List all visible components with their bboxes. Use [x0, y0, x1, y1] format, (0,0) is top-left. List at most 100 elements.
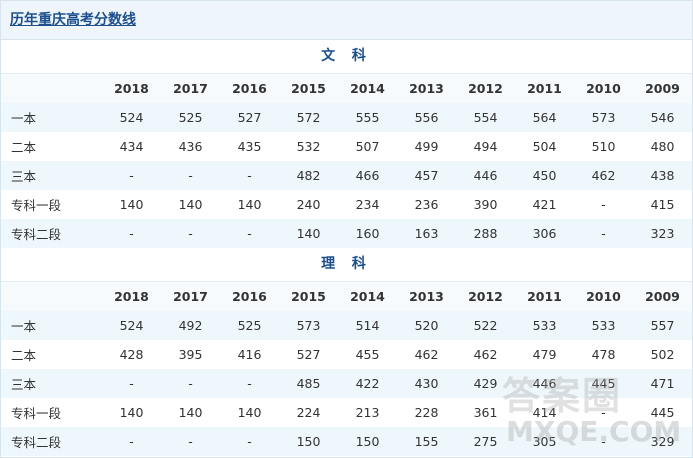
- year-header: 2017: [161, 74, 220, 103]
- score-cell: 502: [650, 347, 675, 362]
- score-cell: 434: [119, 139, 144, 154]
- score-cell: 572: [279, 103, 338, 132]
- score-cell: 422: [338, 369, 397, 398]
- score-cell: 236: [414, 197, 439, 212]
- score-cell: -: [161, 219, 220, 248]
- row-label: 专科一段: [11, 406, 62, 421]
- year-header: 2015: [279, 282, 338, 311]
- row-label: 专科二段: [1, 219, 102, 248]
- score-cell: 429: [456, 369, 515, 398]
- score-page: 历年重庆高考分数线 文 科 2018 2017 2016 2015 2014 2…: [0, 0, 693, 458]
- score-cell: 557: [633, 311, 692, 340]
- score-cell: -: [102, 427, 161, 456]
- score-cell: 555: [338, 103, 397, 132]
- year-header: 2018: [102, 74, 161, 103]
- year-header: 2013: [397, 74, 456, 103]
- score-cell: 462: [574, 161, 633, 190]
- score-cell: 524: [102, 103, 161, 132]
- year-header: 2011: [515, 74, 574, 103]
- score-cell: 524: [102, 311, 161, 340]
- score-cell: 471: [633, 369, 692, 398]
- wenke-header-row: 2018 2017 2016 2015 2014 2013 2012 2011 …: [1, 74, 692, 103]
- wenke-body: 一本 524 525 527 572 555 556 554 564 573 546 二本 434 436…: [1, 103, 692, 248]
- score-cell: 395: [178, 347, 203, 362]
- score-cell: 446: [515, 369, 574, 398]
- score-cell: 361: [473, 405, 498, 420]
- year-header: 2011: [515, 282, 574, 311]
- score-cell: 155: [397, 427, 456, 456]
- score-cell: 522: [456, 311, 515, 340]
- score-cell: 520: [397, 311, 456, 340]
- score-cell: 480: [650, 139, 675, 154]
- score-cell: 430: [397, 369, 456, 398]
- score-cell: 546: [633, 103, 692, 132]
- year-header: 2009: [633, 74, 692, 103]
- score-cell: -: [161, 369, 220, 398]
- section-like-title: 理 科: [1, 248, 692, 282]
- score-cell: 478: [591, 347, 616, 362]
- score-cell: 150: [279, 427, 338, 456]
- wenke-table: 2018 2017 2016 2015 2014 2013 2012 2011 …: [1, 74, 692, 248]
- score-cell: 160: [338, 219, 397, 248]
- score-cell: 213: [355, 405, 380, 420]
- row-label: 一本: [1, 103, 102, 132]
- score-cell: 492: [161, 311, 220, 340]
- score-cell: -: [220, 427, 279, 456]
- score-cell: 507: [355, 139, 380, 154]
- year-header: 2015: [279, 74, 338, 103]
- year-header: 2010: [574, 282, 633, 311]
- score-cell: 234: [355, 197, 380, 212]
- score-cell: 436: [178, 139, 203, 154]
- score-cell: 224: [296, 405, 321, 420]
- score-cell: 140: [279, 219, 338, 248]
- score-cell: 414: [532, 405, 557, 420]
- like-body: 一本 524 492 525 573 514 520 522 533 533 557 二本 428 395…: [1, 311, 692, 456]
- score-cell: 140: [237, 405, 262, 420]
- table-row: 专科一段 140 140 140 240 234 236 390 421 - 415: [1, 190, 692, 219]
- table-row: 专科二段 - - -150 150 155 275 305-329: [1, 427, 692, 456]
- score-cell: 306: [515, 219, 574, 248]
- year-header: 2014: [338, 74, 397, 103]
- score-cell: 466: [338, 161, 397, 190]
- score-cell: 446: [456, 161, 515, 190]
- score-cell: -: [102, 369, 161, 398]
- like-table: 2018 2017 2016 2015 2014 2013 2012 2011 …: [1, 282, 692, 456]
- score-cell: -: [601, 405, 606, 420]
- year-header: 2014: [338, 282, 397, 311]
- score-cell: 485: [279, 369, 338, 398]
- score-cell: 462: [414, 347, 439, 362]
- score-cell: -: [102, 161, 161, 190]
- page-title-link[interactable]: 历年重庆高考分数线: [10, 12, 136, 28]
- row-label: 专科一段: [11, 198, 62, 213]
- score-cell: 428: [119, 347, 144, 362]
- score-cell: 455: [355, 347, 380, 362]
- year-header: 2017: [161, 282, 220, 311]
- title-bar: 历年重庆高考分数线: [1, 1, 692, 40]
- header-empty-cell: [1, 74, 102, 103]
- score-cell: 140: [178, 405, 203, 420]
- row-label: 二本: [11, 348, 37, 363]
- score-cell: 329: [633, 427, 692, 456]
- year-header: 2012: [456, 282, 515, 311]
- score-cell: -: [574, 427, 633, 456]
- section-wenke-title: 文 科: [1, 40, 692, 74]
- row-label: 一本: [1, 311, 102, 340]
- score-cell: 527: [296, 347, 321, 362]
- header-empty-cell: [1, 282, 102, 311]
- score-cell: 140: [119, 197, 144, 212]
- table-row: 专科一段 140 140 140 224 213 228 361 414 - 445: [1, 398, 692, 427]
- score-cell: 554: [456, 103, 515, 132]
- score-cell: 532: [296, 139, 321, 154]
- table-row: 二本 428 395 416 527 455 462 462 479 478 502: [1, 340, 692, 369]
- score-cell: 525: [161, 103, 220, 132]
- score-cell: 140: [237, 197, 262, 212]
- score-cell: 573: [574, 103, 633, 132]
- score-cell: 514: [338, 311, 397, 340]
- table-row: 三本 - - -485 422 430 429 446 445 471: [1, 369, 692, 398]
- year-header: 2009: [633, 282, 692, 311]
- score-cell: 527: [220, 103, 279, 132]
- score-cell: -: [601, 197, 606, 212]
- score-cell: 288: [456, 219, 515, 248]
- score-cell: 240: [296, 197, 321, 212]
- score-cell: 504: [532, 139, 557, 154]
